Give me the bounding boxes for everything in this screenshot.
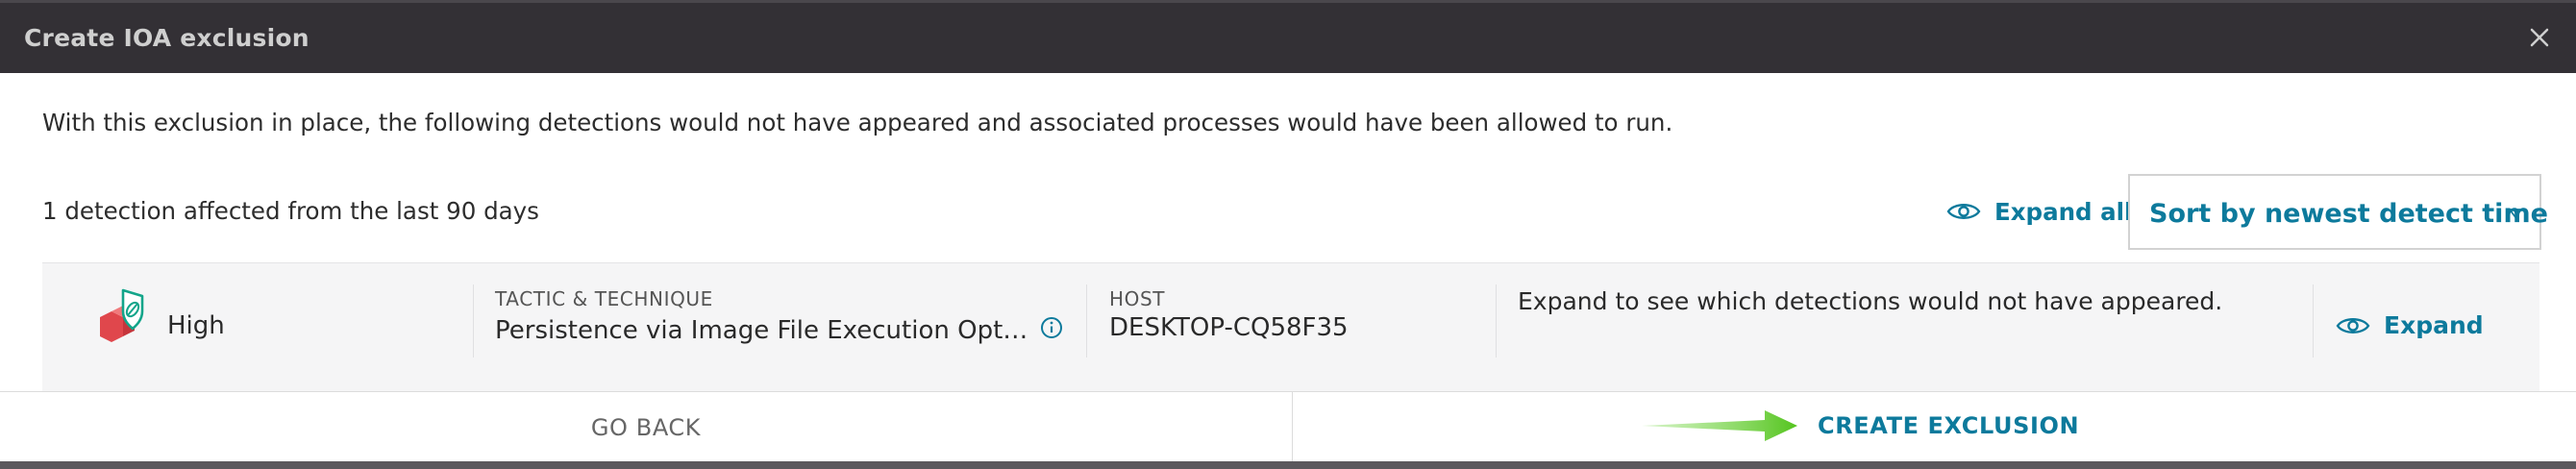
arrow-right-icon (1642, 410, 1797, 441)
eye-icon (2336, 317, 2370, 333)
close-icon (2530, 28, 2549, 47)
dialog-footer: GO BACK CREATE EXCLUSION (0, 391, 2576, 462)
chevron-down-icon (2509, 209, 2522, 218)
tactic-label: TACTIC & TECHNIQUE (495, 287, 713, 310)
dialog-header: Create IOA exclusion (0, 0, 2576, 73)
tactic-value: Persistence via Image File Execution Opt… (495, 316, 1028, 345)
bottom-strip (0, 461, 2576, 469)
severity-high-icon (100, 288, 144, 342)
dialog-title: Create IOA exclusion (24, 24, 310, 52)
create-exclusion-button[interactable]: CREATE EXCLUSION (1818, 412, 2079, 439)
severity-label: High (167, 311, 225, 340)
expand-hint: Expand to see which detections would not… (1518, 287, 2223, 315)
sort-label: Sort by newest detect time (2149, 199, 2548, 229)
column-divider (1496, 284, 1497, 358)
expand-button[interactable]: Expand (2336, 311, 2484, 339)
footer-divider (1292, 392, 1293, 462)
column-divider (1086, 284, 1087, 358)
eye-icon (1946, 204, 1981, 219)
expand-all-button[interactable]: Expand all (1946, 194, 2132, 229)
column-divider (2313, 284, 2314, 358)
expand-label: Expand (2384, 311, 2484, 339)
close-button[interactable] (2522, 20, 2557, 55)
sort-dropdown[interactable]: Sort by newest detect time (2128, 174, 2548, 250)
go-back-button[interactable]: GO BACK (0, 392, 1292, 462)
detection-row[interactable]: High TACTIC & TECHNIQUE Persistence via … (42, 262, 2539, 393)
detection-count: 1 detection affected from the last 90 da… (42, 197, 539, 225)
column-divider (473, 284, 474, 358)
intro-text: With this exclusion in place, the follow… (42, 109, 1673, 136)
host-label: HOST (1109, 287, 1166, 310)
expand-all-label: Expand all (1994, 197, 2133, 226)
host-value: DESKTOP-CQ58F35 (1109, 313, 1349, 342)
create-ioa-exclusion-dialog: Create IOA exclusion With this exclusion… (0, 0, 2576, 469)
info-icon[interactable] (1040, 316, 1063, 339)
